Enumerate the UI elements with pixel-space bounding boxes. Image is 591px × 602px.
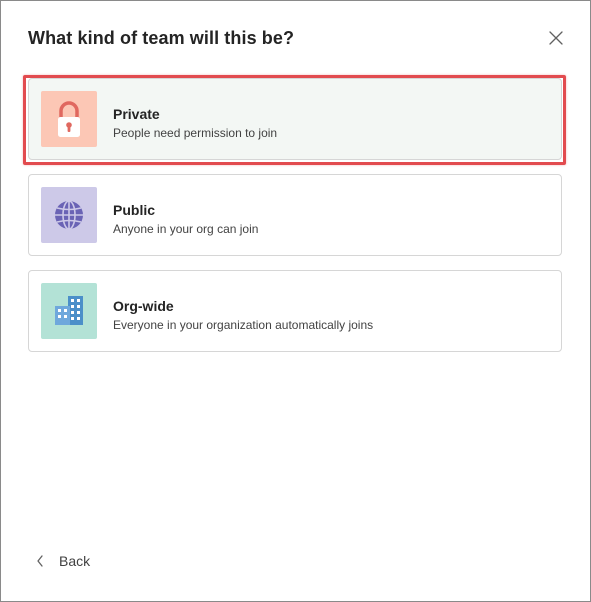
option-description: Everyone in your organization automatica… <box>113 318 374 332</box>
close-button[interactable] <box>544 26 568 50</box>
option-title: Org-wide <box>113 298 174 314</box>
lock-icon <box>58 101 80 137</box>
public-tile <box>41 187 97 243</box>
private-tile <box>41 91 97 147</box>
option-public[interactable]: Public Anyone in your org can join <box>28 174 562 256</box>
option-description: Anyone in your org can join <box>113 222 259 236</box>
create-team-dialog: What kind of team will this be? Private … <box>0 0 591 602</box>
back-button[interactable]: Back <box>35 551 90 571</box>
dialog-title: What kind of team will this be? <box>28 28 295 48</box>
globe-icon <box>55 200 83 230</box>
option-title: Public <box>113 202 156 218</box>
option-private[interactable]: Private People need permission to join <box>28 78 562 160</box>
option-org-wide[interactable]: Org-wide Everyone in your organization a… <box>28 270 562 352</box>
option-description: People need permission to join <box>113 126 278 140</box>
option-title: Private <box>113 106 160 122</box>
building-icon <box>55 296 83 325</box>
back-label: Back <box>59 553 91 569</box>
close-icon <box>549 31 563 45</box>
org-wide-tile <box>41 283 97 339</box>
chevron-left-icon <box>37 555 43 567</box>
